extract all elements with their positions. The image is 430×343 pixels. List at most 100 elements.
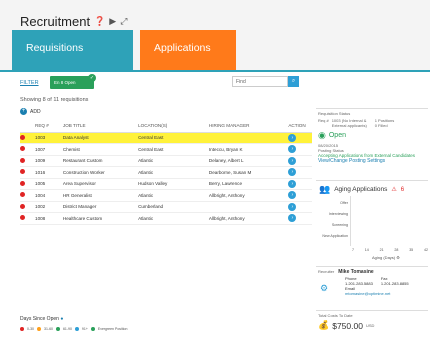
legend-dot	[90, 327, 95, 331]
hiring-manager	[208, 201, 289, 213]
search-icon[interactable]: ⌕	[288, 76, 299, 87]
col-header[interactable]: REQ #	[35, 120, 63, 133]
location: Central East	[138, 132, 209, 144]
table-row[interactable]: 1002 District Manager Cumberland ›	[20, 201, 312, 213]
table-row[interactable]: 1009 Restaurant Custom Atlantic Delaney, Al…	[20, 155, 312, 167]
action-cell: ›	[288, 178, 312, 190]
people-icon: 👥	[319, 184, 331, 194]
page-title: Recruitment ❓ ▶ ⤢	[20, 14, 128, 29]
chevron-right-icon[interactable]: ›	[288, 179, 297, 188]
location: Central East	[138, 143, 209, 156]
add-button[interactable]: + ADD	[20, 108, 41, 115]
chevron-right-icon[interactable]: ›	[288, 202, 297, 211]
chevron-right-icon[interactable]: ›	[288, 133, 297, 142]
req-number: 1008	[35, 212, 63, 225]
location: Hudson Valley	[138, 178, 209, 190]
req-number: 1009	[35, 155, 63, 167]
legend-dot	[74, 327, 79, 331]
tab-applications[interactable]: Applications	[140, 30, 236, 70]
table-row[interactable]: 1007 Chemist Central East Inteccu, Bryan K ›	[20, 143, 312, 156]
status-dot-icon	[20, 169, 25, 175]
job-title[interactable]: Healthcare Custom	[62, 212, 139, 225]
checkmark-icon: ✓	[88, 74, 96, 82]
action-cell: ›	[288, 155, 312, 167]
open-status-icon: ◉	[318, 130, 326, 140]
filter-link[interactable]: FILTER	[20, 80, 39, 86]
location: Atlantic	[138, 189, 209, 202]
status-dot-icon	[20, 157, 25, 163]
legend-dot	[37, 327, 42, 331]
action-cell: ›	[288, 212, 312, 225]
showing-count: Showing 8 of 11 requisitions	[20, 97, 89, 103]
action-cell: ›	[288, 189, 312, 202]
col-header[interactable]: LOCATION(S)	[138, 120, 209, 133]
status-dot-icon	[20, 180, 25, 186]
status-dot-icon	[20, 134, 25, 140]
recruiter-email-link[interactable]: mtomasine@optimine.net	[345, 291, 427, 296]
posting-settings-link[interactable]: View/Change Posting Settings	[318, 158, 428, 164]
col-header: ACTION	[288, 120, 312, 133]
chevron-right-icon[interactable]: ›	[288, 145, 297, 154]
table-row[interactable]: 1008 Healthcare Custom Atlantic Allbright, …	[20, 212, 312, 225]
gear-icon[interactable]: ⚙	[396, 255, 400, 260]
hiring-manager: Allbright, Anthony	[208, 212, 289, 225]
location: Atlantic	[138, 155, 209, 167]
action-cell: ›	[288, 201, 312, 213]
hiring-manager: Dearborne, Susan M	[208, 166, 289, 179]
req-number: 1007	[35, 143, 63, 156]
status-dot-icon	[20, 203, 25, 209]
chevron-right-icon[interactable]: ›	[288, 214, 297, 223]
hiring-manager	[208, 132, 289, 144]
status-dot	[20, 143, 36, 156]
job-title[interactable]: HR Generalist	[62, 189, 139, 202]
expand-icon[interactable]: ⤢	[120, 16, 127, 27]
job-title[interactable]: Area Supervisor	[62, 178, 139, 190]
cost-panel: Total Costs To Date 💰 $750.00 USD	[316, 310, 428, 343]
status-dot-icon	[20, 215, 25, 221]
status-dot	[20, 155, 36, 167]
days-since-open: Days Since Open ●	[20, 316, 64, 322]
location: Atlantic	[138, 212, 209, 225]
find-input[interactable]: Find	[232, 76, 288, 87]
chevron-right-icon[interactable]: ›	[288, 156, 297, 165]
job-title[interactable]: Restaurant Custom	[62, 155, 139, 167]
status-dot	[20, 212, 36, 225]
tab-ribbon	[0, 70, 430, 72]
info-icon[interactable]: ●	[60, 316, 63, 322]
tab-requisitions[interactable]: Requisitions	[12, 30, 133, 70]
requisition-status-panel: Requisition Status Req # 1003 (No Intern…	[316, 108, 428, 178]
req-number: 1003	[35, 132, 63, 144]
job-title[interactable]: Data Analyst	[62, 132, 139, 144]
chevron-right-icon[interactable]: ›	[288, 168, 297, 177]
money-icon: 💰	[318, 320, 330, 330]
hiring-manager: Berry, Lawrence	[208, 178, 289, 190]
location: Atlantic	[138, 166, 209, 179]
action-cell: ›	[288, 143, 312, 156]
job-title[interactable]: District Manager	[62, 201, 139, 213]
job-title[interactable]: Construction Worker	[62, 166, 139, 179]
req-number: 1005	[35, 178, 63, 190]
req-number: 1004	[35, 189, 63, 202]
aging-chart	[350, 196, 428, 246]
status-dot	[20, 166, 36, 179]
legend-dot	[20, 327, 24, 331]
table-row[interactable]: 1016 Construction Worker Atlantic Dearborne…	[20, 166, 312, 179]
action-cell: ›	[288, 132, 312, 144]
legend-dot	[55, 327, 60, 331]
req-number: 1002	[35, 201, 63, 213]
status-dot	[20, 178, 36, 190]
table-row[interactable]: 1004 HR Generalist Atlantic Allbright, Anth…	[20, 189, 312, 202]
col-header[interactable]: JOB TITLE	[62, 120, 139, 133]
action-cell: ›	[288, 166, 312, 179]
table-row[interactable]: 1003 Data Analyst Central East ›	[20, 132, 312, 144]
job-title[interactable]: Chemist	[62, 143, 139, 156]
col-header[interactable]: HIRING MANAGER	[208, 120, 289, 133]
hiring-manager: Allbright, Anthony	[208, 189, 289, 202]
video-icon[interactable]: ▶	[109, 16, 116, 27]
table-row[interactable]: 1005 Area Supervisor Hudson Valley Berry, L…	[20, 178, 312, 190]
help-icon[interactable]: ❓	[94, 16, 105, 27]
chevron-right-icon[interactable]: ›	[288, 191, 297, 200]
days-legend: 0-30 31-60 61-90 91+ Evergreen Position	[20, 327, 127, 331]
status-dot	[20, 189, 36, 202]
status-dot-icon	[20, 146, 25, 152]
